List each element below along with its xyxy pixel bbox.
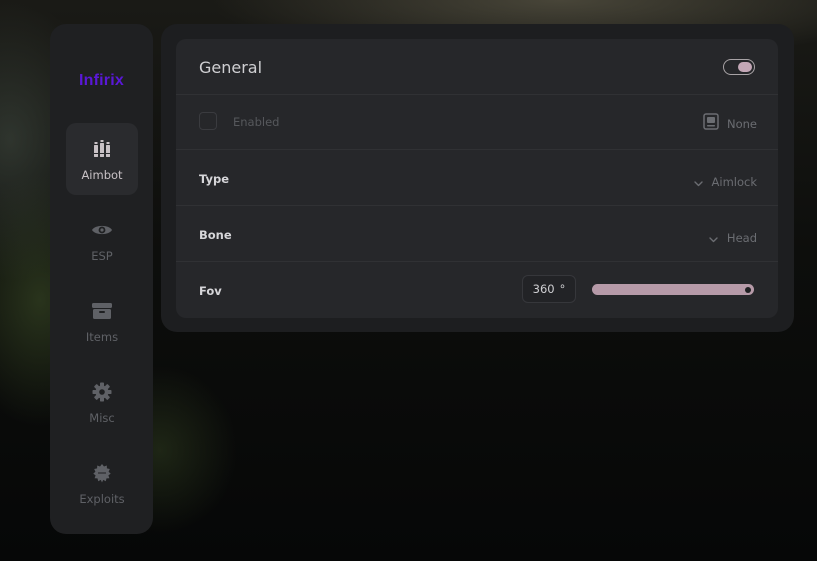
sidebar: Infirix Aimbot ESP Items Misc Exploits (50, 24, 153, 534)
sidebar-item-esp[interactable]: ESP (66, 204, 138, 276)
enabled-label: Enabled (233, 115, 280, 129)
sidebar-item-label: Misc (89, 411, 115, 425)
fov-label: Fov (199, 284, 222, 298)
keybind-icon (703, 113, 719, 134)
eye-icon (66, 220, 138, 240)
sidebar-item-aimbot[interactable]: Aimbot (66, 123, 138, 195)
box-icon (66, 301, 138, 321)
sidebar-item-label: ESP (91, 249, 113, 263)
fov-slider[interactable] (592, 284, 754, 295)
divider (176, 94, 778, 95)
general-section: General Enabled None Type Aimlock Bone H… (176, 39, 778, 318)
sidebar-item-items[interactable]: Items (66, 285, 138, 357)
divider (176, 149, 778, 150)
fov-value-input[interactable]: 360 ° (522, 275, 576, 303)
sidebar-item-label: Aimbot (81, 168, 123, 182)
bug-icon (66, 463, 138, 483)
type-dropdown[interactable]: Aimlock (693, 172, 757, 191)
section-toggle[interactable] (723, 59, 755, 75)
bullets-icon (66, 139, 138, 159)
sidebar-item-label: Exploits (79, 492, 125, 506)
bone-label: Bone (199, 228, 232, 242)
gear-icon (66, 382, 138, 402)
toggle-knob (738, 62, 752, 72)
section-title: General (199, 58, 263, 77)
chevron-down-icon (709, 228, 718, 247)
fov-value: 360 (532, 282, 555, 296)
divider (176, 261, 778, 262)
fov-unit: ° (559, 282, 566, 296)
divider (176, 205, 778, 206)
type-label: Type (199, 172, 230, 186)
fov-slider-handle[interactable] (745, 286, 751, 293)
enabled-checkbox[interactable] (199, 112, 217, 130)
main-panel: General Enabled None Type Aimlock Bone H… (161, 24, 794, 332)
app-logo: Infirix (79, 72, 124, 89)
type-value: Aimlock (711, 174, 757, 189)
fov-slider-fill (592, 284, 754, 295)
sidebar-item-misc[interactable]: Misc (66, 366, 138, 438)
bone-value: Head (726, 230, 757, 245)
chevron-down-icon (693, 172, 703, 191)
bone-dropdown[interactable]: Head (709, 228, 757, 247)
sidebar-item-label: Items (85, 330, 119, 344)
keybind-button[interactable]: None (703, 113, 757, 134)
keybind-value: None (726, 116, 757, 131)
sidebar-item-exploits[interactable]: Exploits (66, 447, 138, 519)
